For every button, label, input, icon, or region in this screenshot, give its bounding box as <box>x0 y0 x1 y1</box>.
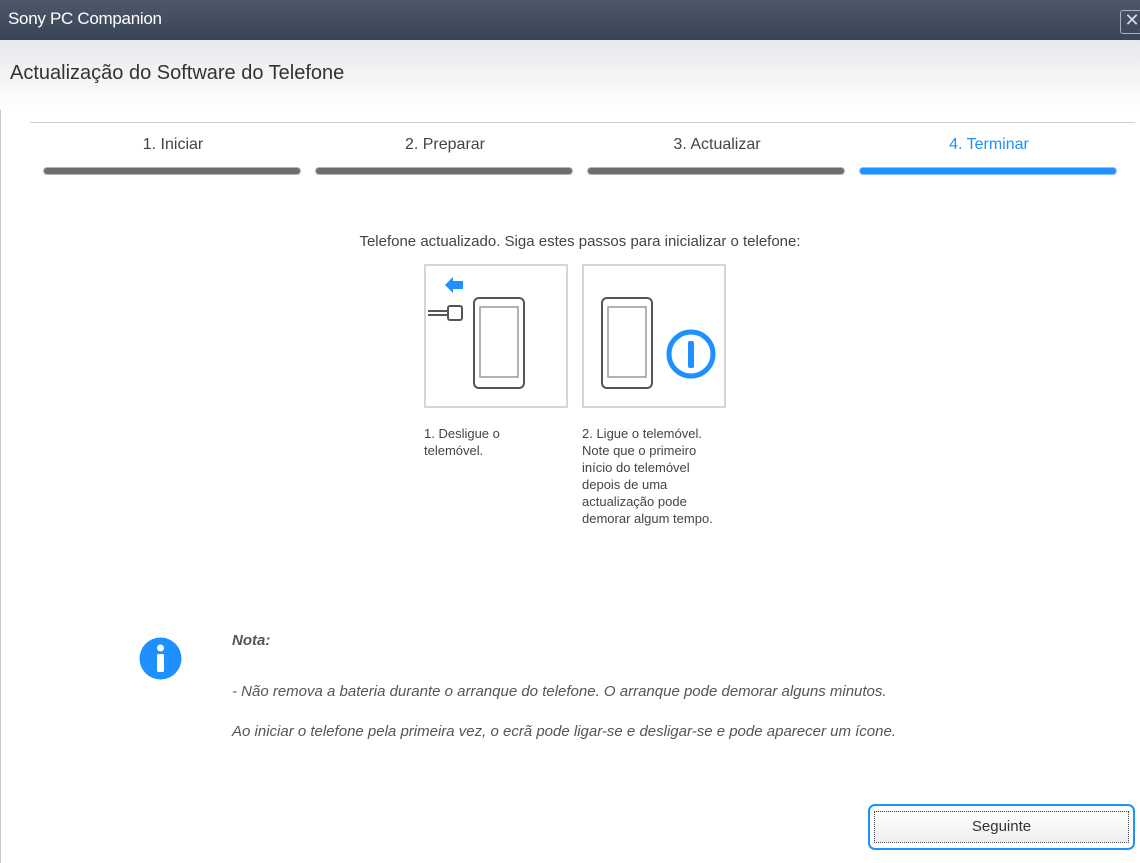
power-on-phone-icon <box>601 297 716 389</box>
next-button-label: Seguinte <box>874 811 1129 843</box>
window-titlebar: Sony PC Companion ✕ <box>0 0 1140 40</box>
step-label-iniciar: 1. Iniciar <box>142 136 204 153</box>
note-text-first-start: Ao iniciar o telefone pela primeira vez,… <box>232 723 896 740</box>
page-header: Actualização do Software do Telefone <box>0 40 1140 110</box>
instruction-text: Telefone actualizado. Siga estes passos … <box>359 233 801 250</box>
step-text-disconnect: 1. Desligue o telemóvel. <box>424 426 500 458</box>
disconnect-phone-icon <box>428 277 525 389</box>
info-icon <box>139 637 182 680</box>
step-label-preparar: 2. Preparar <box>404 136 486 153</box>
step-divider <box>30 122 1135 123</box>
step-card-disconnect <box>424 264 568 408</box>
step-text-power-on: 2. Ligue o telemóvel. Note que o primeir… <box>582 426 713 526</box>
step-progress-bar-terminar <box>859 167 1117 175</box>
step-label-actualizar: 3. Actualizar <box>673 136 761 153</box>
step-progress-bar-actualizar <box>587 167 845 175</box>
step-progress-bar-iniciar <box>43 167 301 175</box>
step-card-power-on <box>582 264 726 408</box>
next-button[interactable]: Seguinte <box>868 804 1135 850</box>
note-title: Nota: <box>232 632 271 649</box>
close-icon[interactable]: ✕ <box>1120 10 1140 34</box>
left-border <box>0 110 1 863</box>
note-text-battery: - Não remova a bateria durante o arranqu… <box>232 683 887 700</box>
step-progress-bar-preparar <box>315 167 573 175</box>
step-label-terminar: 4. Terminar <box>949 136 1029 153</box>
window-title: Sony PC Companion <box>8 9 162 28</box>
page-title: Actualização do Software do Telefone <box>10 62 345 84</box>
